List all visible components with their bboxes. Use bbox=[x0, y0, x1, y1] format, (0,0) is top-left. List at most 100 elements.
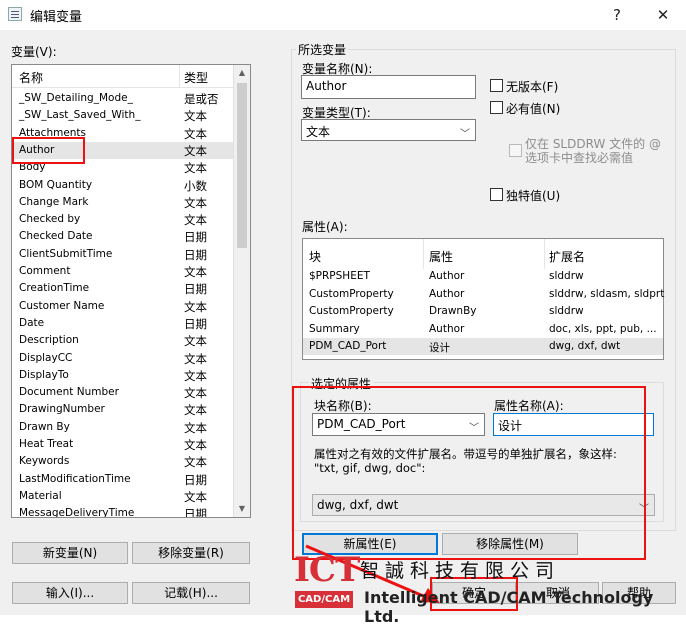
variable-type: 文本 bbox=[184, 368, 207, 383]
variable-type: 文本 bbox=[184, 143, 207, 158]
cell-attr: 设计 bbox=[429, 342, 450, 354]
column-header-extension[interactable]: 扩展名 bbox=[549, 248, 585, 265]
close-button[interactable]: ✕ bbox=[650, 4, 676, 26]
cell-attr: Author bbox=[429, 322, 465, 335]
required-checkbox[interactable] bbox=[490, 101, 503, 114]
list-item[interactable]: Heat Treat 文本 bbox=[12, 436, 234, 453]
list-item[interactable]: MessageDeliveryTime 日期 bbox=[12, 505, 234, 518]
list-item[interactable]: DisplayTo 文本 bbox=[12, 367, 234, 384]
list-item[interactable]: Checked Date 日期 bbox=[12, 228, 234, 245]
no-version-checkbox[interactable] bbox=[490, 79, 503, 92]
chevron-down-icon: ﹀ bbox=[460, 129, 470, 140]
variable-name: Document Number bbox=[19, 386, 119, 399]
variable-type: 文本 bbox=[184, 161, 207, 176]
cell-block: $PRPSHEET bbox=[309, 270, 370, 282]
variable-type: 日期 bbox=[184, 247, 207, 262]
variable-name: Heat Treat bbox=[19, 438, 74, 450]
dialog-icon bbox=[8, 7, 22, 21]
variables-list[interactable]: 名称 类型 _SW_Detailing_Mode_ 是或否 _SW_Last_Sav… bbox=[11, 64, 251, 518]
variables-scrollbar[interactable]: ▲ ▼ bbox=[233, 65, 250, 517]
variable-type: 日期 bbox=[184, 507, 207, 518]
list-item[interactable]: _SW_Last_Saved_With_ 文本 bbox=[12, 107, 234, 124]
slddrw-only-label: 仅在 SLDDRW 文件的 @ 选项卡中查找必需值 bbox=[525, 137, 661, 165]
scroll-down-icon[interactable]: ▼ bbox=[234, 501, 250, 517]
column-header-block[interactable]: 块 bbox=[309, 248, 321, 265]
cell-ext: slddrw bbox=[549, 305, 584, 317]
list-item[interactable]: Change Mark 文本 bbox=[12, 194, 234, 211]
variable-name-input[interactable]: Author bbox=[301, 75, 476, 99]
log-button[interactable]: 记载(H)... bbox=[132, 582, 250, 604]
window-title: 编辑变量 bbox=[30, 10, 83, 25]
company-name-english: Intelligent CAD/CAM Technology Ltd. bbox=[364, 588, 654, 626]
variable-type: 文本 bbox=[184, 489, 207, 504]
variable-name: LastModificationTime bbox=[19, 472, 131, 485]
column-header-type[interactable]: 类型 bbox=[184, 69, 208, 86]
table-row[interactable]: CustomProperty Author slddrw, sldasm, sldp… bbox=[303, 286, 664, 303]
slddrw-only-checkbox[interactable] bbox=[509, 144, 522, 157]
variable-name: Description bbox=[19, 334, 79, 347]
list-item[interactable]: Keywords 文本 bbox=[12, 453, 234, 470]
table-row[interactable]: $PRPSHEET Author slddrw bbox=[303, 268, 663, 285]
new-variable-button[interactable]: 新变量(N) bbox=[12, 542, 128, 564]
list-item[interactable]: BOM Quantity 小数 bbox=[12, 177, 234, 194]
help-question-button[interactable]: ? bbox=[604, 4, 630, 26]
variable-name: DisplayTo bbox=[19, 368, 69, 381]
annotation-box-author bbox=[12, 137, 85, 164]
list-item[interactable]: _SW_Detailing_Mode_ 是或否 bbox=[12, 90, 234, 107]
list-item[interactable]: Date 日期 bbox=[12, 315, 234, 332]
cell-attr: Author bbox=[429, 270, 465, 282]
variable-name: Date bbox=[19, 316, 45, 329]
cell-block: CustomProperty bbox=[309, 305, 394, 317]
company-logo: ICT CAD/CAM bbox=[291, 550, 360, 611]
list-item[interactable]: Checked by 文本 bbox=[12, 211, 234, 228]
variable-type: 文本 bbox=[184, 213, 207, 228]
cell-attr: DrawnBy bbox=[429, 305, 477, 317]
variable-name: Comment bbox=[19, 265, 71, 277]
table-row[interactable]: CustomProperty DrawnBy slddrw bbox=[303, 303, 663, 320]
logo-text: ICT bbox=[294, 550, 360, 590]
scroll-up-icon[interactable]: ▲ bbox=[234, 65, 250, 81]
table-row[interactable]: PDM_CAD_Port 设计 dwg, dxf, dwt bbox=[303, 338, 663, 355]
variable-type: 日期 bbox=[184, 316, 207, 331]
variable-type: 是或否 bbox=[184, 92, 219, 106]
table-row[interactable]: Summary Author doc, xls, ppt, pub, ... bbox=[303, 321, 663, 338]
list-item[interactable]: Drawn By 文本 bbox=[12, 419, 234, 436]
remove-variable-button[interactable]: 移除变量(R) bbox=[132, 542, 250, 564]
list-item[interactable]: Customer Name 文本 bbox=[12, 298, 234, 315]
variable-type: 文本 bbox=[184, 403, 207, 418]
scroll-thumb[interactable] bbox=[237, 83, 247, 248]
list-item[interactable]: DisplayCC 文本 bbox=[12, 350, 234, 367]
list-item[interactable]: CreationTime 日期 bbox=[12, 280, 234, 297]
list-item[interactable]: Document Number 文本 bbox=[12, 384, 234, 401]
cell-block: PDM_CAD_Port bbox=[309, 340, 387, 352]
variable-type: 小数 bbox=[184, 178, 207, 193]
variable-type: 文本 bbox=[184, 420, 207, 435]
variable-type-select[interactable]: 文本 ﹀ bbox=[301, 119, 476, 141]
list-item[interactable]: DrawingNumber 文本 bbox=[12, 401, 234, 418]
variable-name: BOM Quantity bbox=[19, 178, 93, 191]
list-item[interactable]: Comment 文本 bbox=[12, 263, 234, 280]
variable-name: _SW_Last_Saved_With_ bbox=[19, 109, 141, 122]
variable-name: DisplayCC bbox=[19, 351, 73, 364]
variable-name: MessageDeliveryTime bbox=[19, 507, 135, 518]
cell-attr: Author bbox=[429, 287, 465, 300]
variable-name: CreationTime bbox=[19, 282, 90, 295]
variable-type-value: 文本 bbox=[306, 125, 331, 139]
variable-name: Change Mark bbox=[19, 195, 89, 208]
logo-subtext: CAD/CAM bbox=[295, 591, 353, 608]
list-item[interactable]: Material 文本 bbox=[12, 488, 234, 505]
attributes-list[interactable]: 块 属性 扩展名 $PRPSHEET Author slddrw CustomProp… bbox=[302, 238, 664, 360]
variable-name: Checked by bbox=[19, 213, 81, 226]
required-label: 必有值(N) bbox=[506, 102, 561, 116]
variable-type: 文本 bbox=[184, 351, 207, 366]
import-button[interactable]: 输入(I)... bbox=[12, 582, 128, 604]
unique-checkbox[interactable] bbox=[490, 188, 503, 201]
variable-type: 文本 bbox=[184, 455, 207, 470]
list-item[interactable]: LastModificationTime 日期 bbox=[12, 471, 234, 488]
variable-type: 文本 bbox=[184, 126, 207, 141]
list-item[interactable]: Description 文本 bbox=[12, 332, 234, 349]
list-item[interactable]: ClientSubmitTime 日期 bbox=[12, 246, 234, 263]
column-header-attribute[interactable]: 属性 bbox=[429, 248, 453, 265]
column-header-name[interactable]: 名称 bbox=[19, 69, 43, 86]
variable-name: Customer Name bbox=[19, 299, 105, 312]
